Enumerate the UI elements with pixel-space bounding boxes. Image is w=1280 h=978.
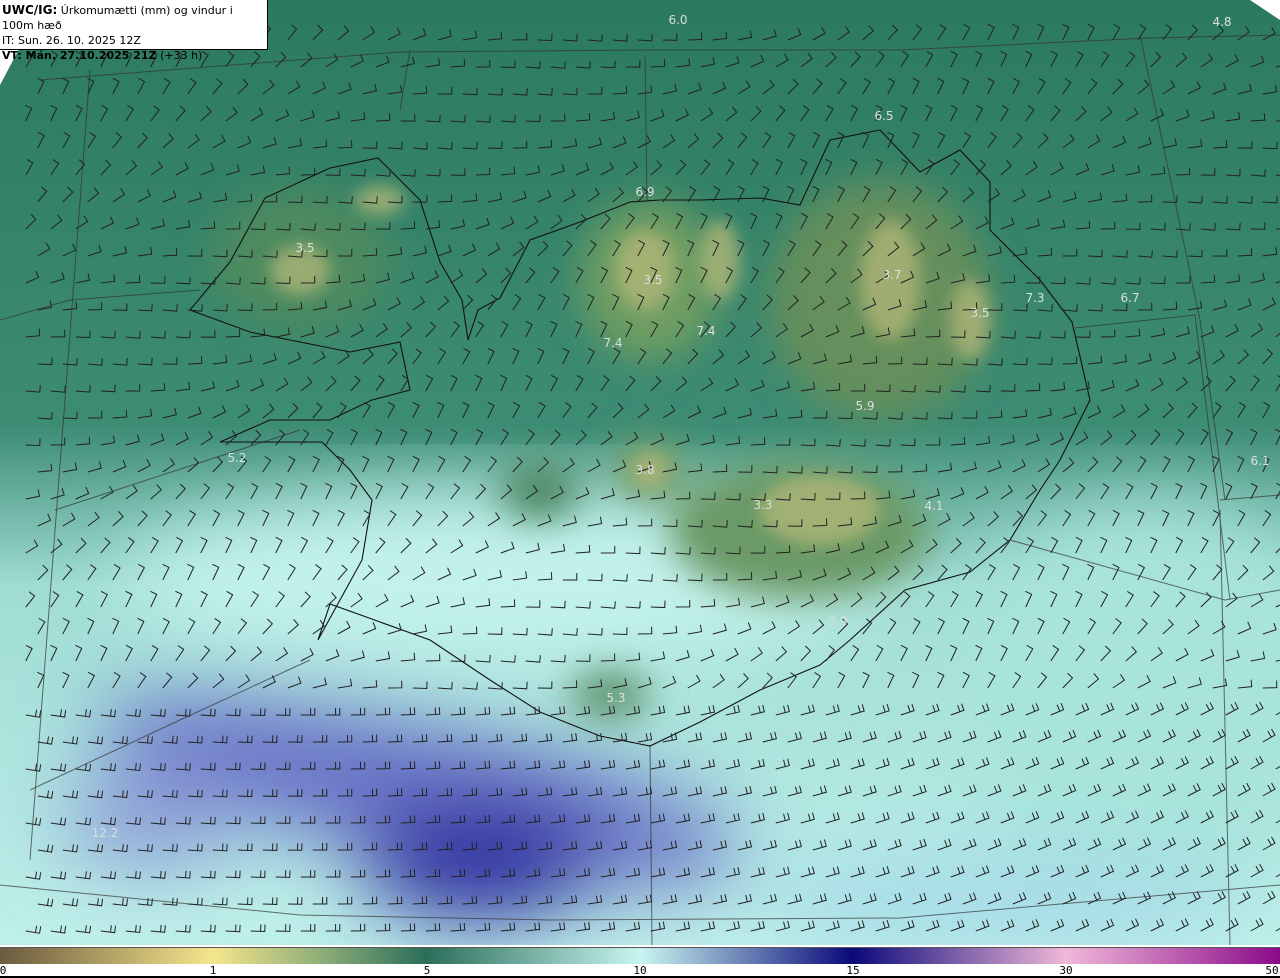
- value-label: 3.7: [882, 268, 902, 282]
- value-label: 3.9: [828, 614, 848, 628]
- lead-time: (+33 h): [160, 49, 203, 62]
- value-label: 3.5: [970, 306, 990, 320]
- value-label: 5.9: [855, 399, 875, 413]
- value-label: 3.5: [295, 241, 315, 255]
- valid-time: VT: Mán. 27.10.2025 21Z: [2, 49, 157, 62]
- value-label: 6.9: [635, 185, 655, 199]
- value-label: 6.5: [874, 109, 894, 123]
- value-label: 5.2: [227, 451, 247, 465]
- value-label: 7.3: [1025, 291, 1045, 305]
- value-label: 6.1: [1250, 454, 1270, 468]
- initial-time: IT: Sun. 26. 10. 2025 12Z: [2, 34, 141, 47]
- value-label: 3.8: [635, 463, 655, 477]
- value-label: 6.7: [1120, 291, 1140, 305]
- value-label: 6.0: [668, 13, 688, 27]
- value-label: 12.2: [91, 826, 119, 840]
- value-label: 7.4: [696, 324, 716, 338]
- value-label: 4.8: [1212, 15, 1232, 29]
- value-label: 4.1: [924, 499, 944, 513]
- colorbar: [0, 947, 1280, 964]
- value-label: 3.5: [643, 273, 663, 287]
- value-label: 7.4: [603, 336, 623, 350]
- value-label: 5.3: [606, 691, 626, 705]
- value-label: 3.3: [753, 498, 773, 512]
- map-header: UWC/IG: Úrkomumætti (mm) og vindur i 100…: [0, 0, 268, 62]
- model-label: UWC/IG:: [2, 3, 58, 17]
